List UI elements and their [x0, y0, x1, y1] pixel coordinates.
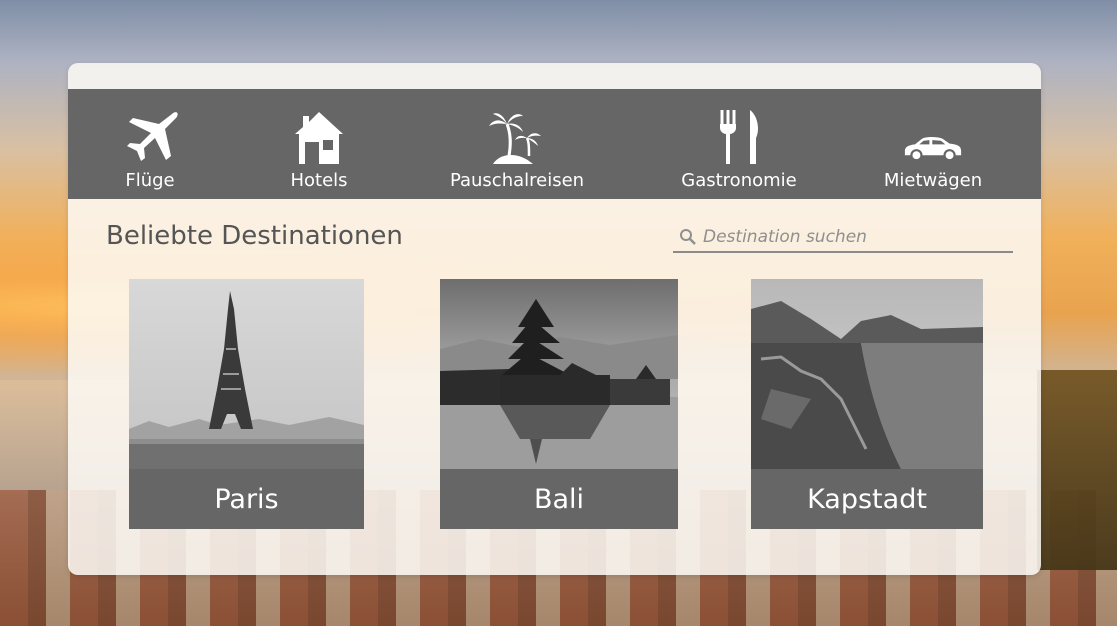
- background-trees: [1037, 370, 1117, 570]
- page-title: Beliebte Destinationen: [106, 221, 403, 251]
- eiffel-tower-photo: [129, 279, 364, 469]
- search-input[interactable]: [703, 225, 1003, 249]
- category-navbar: Flüge Hotels Pauschalreisen Gastronomie …: [68, 89, 1041, 199]
- destination-card-paris[interactable]: Paris: [129, 279, 364, 529]
- bali-temple-photo: [440, 279, 678, 469]
- search-icon: [680, 229, 696, 245]
- nav-item-mietwaegen[interactable]: Mietwägen: [884, 89, 982, 199]
- car-icon: [902, 108, 964, 166]
- fork-knife-icon: [708, 108, 770, 166]
- destination-card-bali[interactable]: Bali: [440, 279, 678, 529]
- nav-item-hotels[interactable]: Hotels: [281, 89, 357, 199]
- nav-label: Gastronomie: [681, 170, 797, 191]
- destination-name: Paris: [129, 469, 364, 529]
- destination-card-kapstadt[interactable]: Kapstadt: [751, 279, 983, 529]
- nav-label: Flüge: [125, 170, 175, 191]
- destination-search: [673, 225, 1013, 253]
- cape-town-coast-photo: [751, 279, 983, 469]
- travel-panel: Flüge Hotels Pauschalreisen Gastronomie …: [68, 63, 1041, 575]
- nav-item-fluege[interactable]: Flüge: [110, 89, 190, 199]
- nav-label: Mietwägen: [883, 170, 983, 191]
- nav-label: Hotels: [290, 170, 348, 191]
- nav-item-gastronomie[interactable]: Gastronomie: [680, 89, 798, 199]
- airplane-icon: [119, 108, 181, 166]
- destination-name: Kapstadt: [751, 469, 983, 529]
- palm-island-icon: [486, 108, 548, 166]
- house-icon: [288, 108, 350, 166]
- destination-name: Bali: [440, 469, 678, 529]
- nav-item-pauschalreisen[interactable]: Pauschalreisen: [449, 89, 585, 199]
- nav-label: Pauschalreisen: [449, 170, 585, 191]
